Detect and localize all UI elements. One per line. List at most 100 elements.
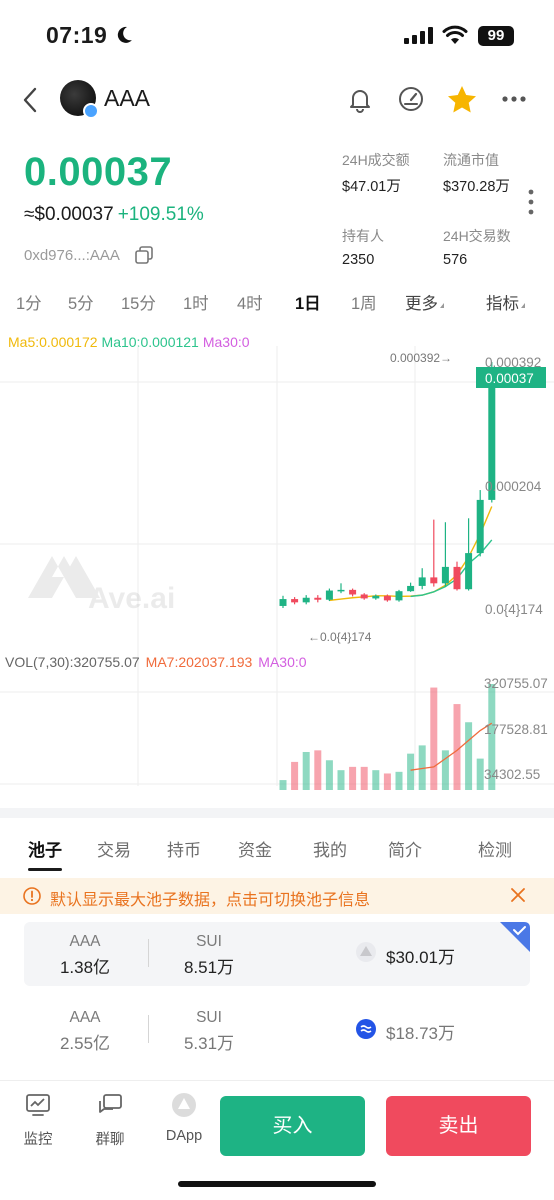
current-price: 0.00037 <box>24 150 173 194</box>
volume-bar <box>407 753 415 790</box>
warning-icon <box>23 887 41 905</box>
stats-more-icon[interactable] <box>526 188 536 216</box>
speedometer-icon[interactable] <box>396 84 426 114</box>
more-options-icon[interactable] <box>499 84 529 114</box>
tab-pools[interactable]: 池子 <box>28 836 62 861</box>
ave-dapp-icon <box>172 1093 196 1117</box>
dropdown-triangle-icon <box>521 303 525 308</box>
back-arrow-icon[interactable] <box>18 85 44 115</box>
volume-axis-top: 320755.07 <box>484 676 548 691</box>
tab-holders[interactable]: 持币 <box>167 836 201 861</box>
volume-bar <box>325 760 333 790</box>
chat-icon <box>99 1094 122 1113</box>
usd-price: ≈$0.00037 <box>24 204 114 225</box>
tab-trades[interactable]: 交易 <box>97 836 131 861</box>
status-time: 07:19 <box>46 22 108 48</box>
interval-5m[interactable]: 5分 <box>68 290 94 314</box>
interval-tabs: 1分 5分 15分 1时 4时 1日 1周 更多 指标 <box>0 290 554 316</box>
volume-bar <box>279 780 287 790</box>
pool-token-b: SUI 5.31万 <box>183 1009 235 1053</box>
tab-audit[interactable]: 检测 <box>478 836 512 861</box>
stat-holders: 持有人 2350 <box>342 228 384 268</box>
interval-more-dropdown[interactable]: 更多 <box>405 290 444 314</box>
pool-token-b: SUI 8.51万 <box>183 933 235 977</box>
volume-bar <box>395 771 403 790</box>
monitor-button[interactable]: 监控 <box>8 1092 68 1149</box>
tab-mine[interactable]: 我的 <box>313 836 347 861</box>
candle-body <box>325 590 333 600</box>
current-price-tag: 0.00037 <box>485 371 534 386</box>
interval-1h[interactable]: 1时 <box>183 290 209 314</box>
volume-bar <box>349 766 357 790</box>
active-tab-underline <box>28 868 62 871</box>
wifi-icon <box>442 25 468 44</box>
volume-bar <box>291 761 299 790</box>
usd-price-line: ≈$0.00037 +109.51% <box>24 204 204 226</box>
buy-button[interactable]: 买入 <box>220 1096 365 1156</box>
candle-body <box>465 553 473 590</box>
volume-bar <box>360 766 368 790</box>
token-avatar <box>60 80 99 119</box>
candle-body <box>407 585 415 592</box>
group-chat-button[interactable]: 群聊 <box>80 1092 140 1149</box>
candle-body <box>372 595 380 599</box>
selected-check-icon <box>500 922 530 952</box>
ave-watermark: Ave.ai <box>28 556 175 615</box>
stat-24h-trades: 24H交易数 576 <box>443 228 511 268</box>
moon-icon <box>117 26 132 43</box>
candle-body <box>395 591 403 601</box>
interval-1m[interactable]: 1分 <box>16 290 42 314</box>
pool-separator <box>148 939 149 967</box>
contract-address: 0xd976...:AAA <box>24 246 120 264</box>
candlestick-chart[interactable]: Ave.ai 0.0003920.0002040.0{4}1740.000392… <box>0 346 554 796</box>
pool-token-a: AAA 1.38亿 <box>59 933 111 977</box>
favorite-star-icon[interactable] <box>446 84 478 116</box>
candle-body <box>383 595 391 601</box>
volume-bar <box>465 722 473 790</box>
copy-icon[interactable] <box>134 245 154 265</box>
indicators-dropdown[interactable]: 指标 <box>486 290 525 314</box>
volume-bar <box>314 750 322 790</box>
pool-token-a: AAA 2.55亿 <box>59 1009 111 1053</box>
dropdown-triangle-icon <box>440 303 444 308</box>
tab-intro[interactable]: 简介 <box>388 836 422 861</box>
home-indicator <box>178 1181 376 1187</box>
interval-1d[interactable]: 1日 <box>295 290 321 314</box>
token-header: AAA <box>0 72 554 128</box>
candle-body <box>291 599 299 603</box>
candle-body <box>302 597 310 603</box>
candle-body <box>418 577 426 586</box>
bell-icon[interactable] <box>345 84 375 114</box>
detail-tabs: 池子 交易 持币 资金 我的 简介 检测 <box>0 836 554 876</box>
dapp-button[interactable]: DApp <box>154 1092 214 1144</box>
token-name: AAA <box>104 85 151 111</box>
pool-liquidity: $18.73万 <box>386 1024 455 1043</box>
volume-ma30: MA30:0 <box>258 654 307 670</box>
monitor-icon <box>26 1094 50 1116</box>
candle-body <box>314 597 322 600</box>
close-icon[interactable] <box>508 885 528 905</box>
price-change: +109.51% <box>117 204 204 225</box>
candle-body <box>349 589 357 595</box>
candle-body <box>430 577 438 584</box>
volume-bar <box>476 758 484 790</box>
interval-4h[interactable]: 4时 <box>237 290 263 314</box>
pool-notice-banner[interactable]: 默认显示最大池子数据，点击可切换池子信息 <box>0 878 554 914</box>
sell-button[interactable]: 卖出 <box>386 1096 531 1156</box>
status-bar: 07:19 99 <box>0 0 554 72</box>
high-price-marker: 0.000392→ <box>390 351 452 365</box>
interval-15m[interactable]: 15分 <box>121 290 156 314</box>
tab-funds[interactable]: 资金 <box>238 836 272 861</box>
pool-row[interactable]: AAA 2.55亿 SUI 5.31万 $18.73万 <box>24 998 530 1062</box>
volume-bar <box>453 704 461 790</box>
low-price-marker: ←0.0{4}174 <box>308 630 372 644</box>
battery-indicator: 99 <box>478 26 514 46</box>
stat-24h-volume: 24H成交额 $47.01万 <box>342 152 410 195</box>
volume-bar <box>430 687 438 790</box>
price-axis-low: 0.0{4}174 <box>485 602 543 617</box>
pool-liquidity: $30.01万 <box>386 948 455 967</box>
stat-market-cap: 流通市值 $370.28万 <box>443 152 510 195</box>
interval-1w[interactable]: 1周 <box>351 290 377 314</box>
pool-row-selected[interactable]: AAA 1.38亿 SUI 8.51万 $30.01万 <box>24 922 530 986</box>
price-axis-mid: 0.000204 <box>485 479 542 494</box>
